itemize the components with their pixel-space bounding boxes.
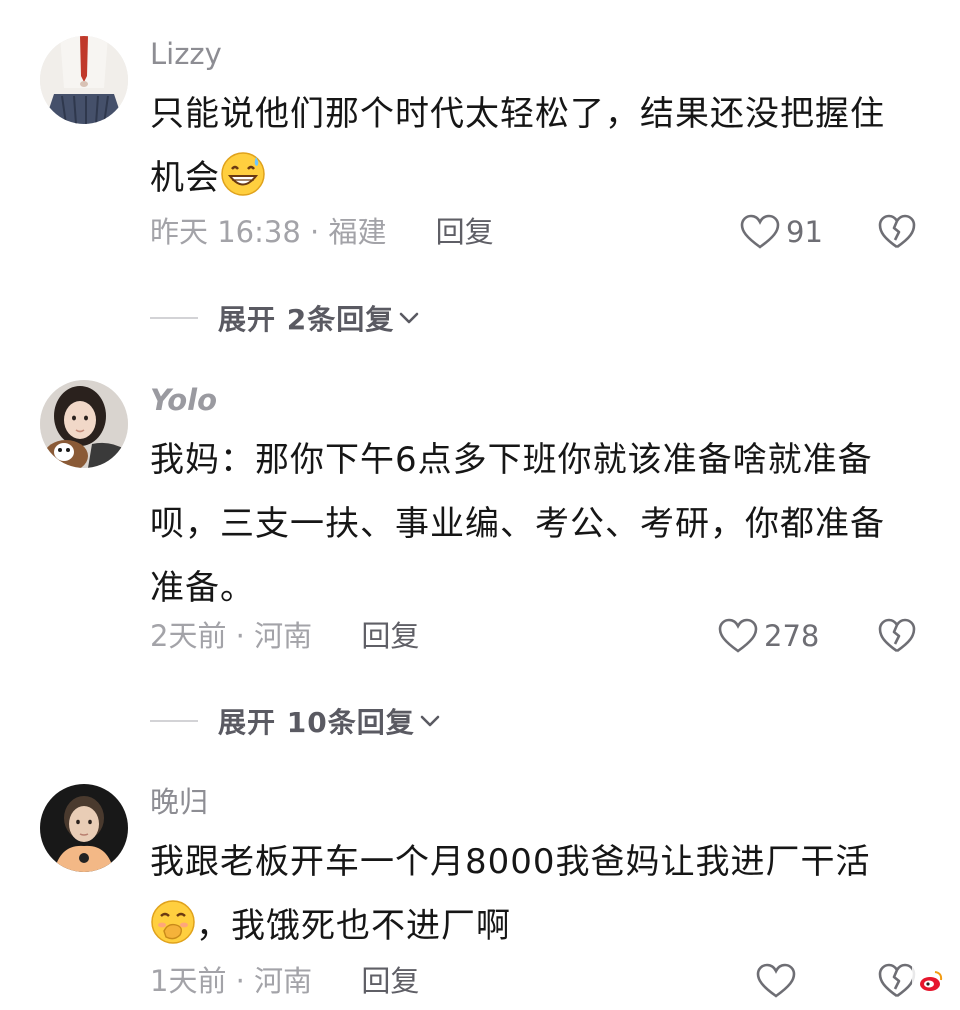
hand-over-mouth-emoji-icon [150,899,196,945]
comment-meta: 1天前 · 河南 回复 [150,961,950,1001]
dislike-button[interactable] [878,214,916,250]
weibo-logo-icon [920,971,943,991]
expand-replies-label: 展开 10条回复 [218,706,415,739]
comment-meta: 2天前 · 河南 回复 278 [150,616,950,656]
like-count: 91 [786,215,823,249]
timestamp-location: 昨天 16:38 · 福建 [150,215,387,249]
grinning-sweat-emoji-icon [220,151,266,197]
avatar[interactable] [40,784,128,872]
comment-line: 我跟老板开车一个月8000我爸妈让我进厂干活 [150,842,871,882]
comment-line: 准备。 [150,568,255,608]
username[interactable]: Lizzy [150,40,222,69]
broken-heart-icon [878,618,916,653]
divider [150,720,198,722]
heart-icon [718,618,758,653]
comment-line: ，我饿死也不进厂啊 [150,894,930,958]
heart-icon [740,214,780,249]
comment-line: 呗，三支一扶、事业编、考公、考研，你都准备 [150,504,885,544]
comment-line: 我妈：那你下午6点多下班你就该准备啥就准备 [150,440,873,480]
comment-line-text: ，我饿死也不进厂啊 [196,906,511,946]
chevron-down-icon [420,715,440,727]
divider [150,317,198,319]
username[interactable]: 晚归 [150,788,208,817]
reply-button[interactable]: 回复 [436,212,494,252]
like-button[interactable] [756,961,796,1001]
avatar-image [40,784,128,872]
comment-line-text: 机会 [150,158,220,198]
timestamp-location: 2天前 · 河南 [150,619,313,653]
broken-heart-icon [878,963,916,998]
username[interactable]: Yolo [150,386,217,415]
comment-text: 我跟老板开车一个月8000我爸妈让我进厂干活 ，我饿死也不进厂啊 [150,830,930,958]
dislike-button[interactable] [878,618,916,654]
reply-button[interactable]: 回复 [361,616,419,656]
comment-text: 我妈：那你下午6点多下班你就该准备啥就准备 呗，三支一扶、事业编、考公、考研，你… [150,428,930,620]
like-button[interactable]: 91 [740,212,823,252]
avatar-image [40,380,128,468]
chevron-down-icon [399,312,419,324]
avatar-image [40,36,128,124]
heart-icon [756,963,796,998]
expand-replies-button[interactable]: 展开 2条回复 [150,298,420,338]
broken-heart-icon [878,214,916,249]
avatar[interactable] [40,380,128,468]
watermark [912,962,950,1000]
like-button[interactable]: 278 [718,616,819,656]
reply-button[interactable]: 回复 [361,961,419,1001]
expand-replies-label: 展开 2条回复 [218,303,395,336]
timestamp-location: 1天前 · 河南 [150,964,313,998]
comment-line: 只能说他们那个时代太轻松了，结果还没把握住 [150,94,885,134]
comment-line: 机会 [150,146,930,210]
avatar[interactable] [40,36,128,124]
like-count: 278 [764,619,820,653]
comment-text: 只能说他们那个时代太轻松了，结果还没把握住 机会 [150,82,930,210]
comment-meta: 昨天 16:38 · 福建 回复 91 [150,212,950,252]
expand-replies-button[interactable]: 展开 10条回复 [150,701,441,741]
dislike-button[interactable] [878,963,916,999]
